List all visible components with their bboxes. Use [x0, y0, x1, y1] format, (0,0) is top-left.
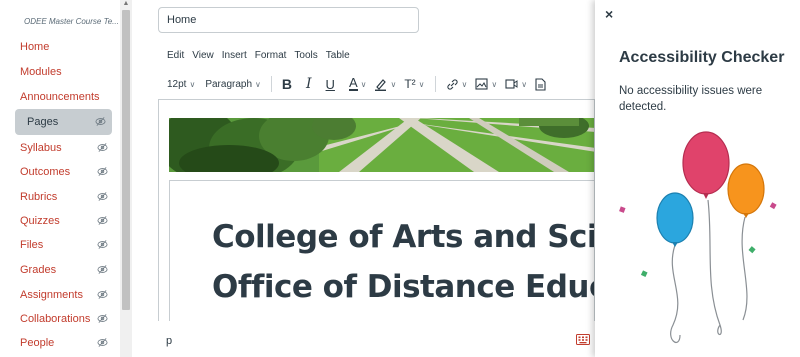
italic-button[interactable]: I [306, 76, 312, 92]
hidden-eye-icon [97, 240, 108, 249]
media-icon [505, 79, 518, 89]
chevron-down-icon: ∨ [461, 79, 468, 89]
link-button[interactable]: ∨ [446, 78, 468, 91]
document-button[interactable] [535, 77, 546, 91]
page-title-value: Home [167, 14, 197, 26]
underline-button[interactable]: U [326, 77, 335, 92]
menu-insert[interactable]: Insert [222, 50, 247, 61]
image-icon [475, 78, 488, 90]
nav-item-people[interactable]: People [20, 332, 112, 354]
chevron-down-icon: ∨ [418, 79, 425, 89]
editor-statusbar: p [158, 321, 595, 357]
nav-item-grades[interactable]: Grades [20, 259, 112, 281]
nav-item-outcomes[interactable]: Outcomes [20, 161, 112, 183]
toolbar-divider [434, 76, 436, 92]
document-icon [535, 77, 546, 91]
scrollbar[interactable]: ▲ [120, 0, 132, 357]
nav-item-announcements[interactable]: Announcements [20, 86, 112, 108]
heading-line-2: Office of Distance Educati [212, 269, 594, 305]
nav-item-label: People [20, 337, 55, 349]
hidden-eye-icon [95, 117, 106, 126]
nav-item-assignments[interactable]: Assignments [20, 284, 112, 306]
hidden-eye-icon [97, 265, 108, 274]
chevron-down-icon: ∨ [491, 79, 498, 89]
menu-view[interactable]: View [192, 50, 214, 61]
nav-item-label: Quizzes [20, 215, 60, 227]
hidden-eye-icon [97, 143, 108, 152]
hidden-eye-icon [97, 290, 108, 299]
no-issues-message: No accessibility issues were detected. [619, 85, 763, 113]
nav-item-modules[interactable]: Modules [20, 61, 112, 83]
nav-item-files[interactable]: Files [20, 234, 112, 256]
hidden-eye-icon [97, 216, 108, 225]
content-box[interactable]: College of Arts and Scienc Office of Dis… [169, 180, 595, 321]
nav-item-pages[interactable]: Pages [15, 109, 112, 135]
link-icon [446, 78, 458, 90]
chevron-down-icon: ∨ [360, 79, 367, 89]
panel-title: Accessibility Checker [619, 49, 785, 66]
nav-item-quizzes[interactable]: Quizzes [20, 210, 112, 232]
editor-menubar: Edit View Insert Format Tools Table [167, 50, 350, 61]
close-icon[interactable]: × [605, 6, 613, 22]
nav-item-label: Announcements [20, 91, 100, 103]
heading-line-1: College of Arts and Scienc [212, 219, 595, 255]
media-button[interactable]: ∨ [505, 78, 527, 90]
chevron-down-icon: ∨ [390, 79, 397, 89]
text-color-button[interactable]: A ∨ [348, 75, 367, 91]
editor-toolbar: 12pt ∨ Paragraph ∨ B I U A ∨ ∨ T² ∨ ∨ ∨ ∨ [167, 73, 546, 95]
menu-tools[interactable]: Tools [294, 50, 317, 61]
hidden-eye-icon [97, 192, 108, 201]
page-title-input[interactable]: Home [158, 7, 419, 33]
highlighter-icon [375, 78, 387, 91]
nav-item-label: Outcomes [20, 166, 71, 178]
nav-item-home[interactable]: Home [20, 36, 112, 58]
canvas-page-editor: ODEE Master Course Te... Home Modules Anno… [0, 0, 800, 357]
block-format-value: Paragraph [205, 78, 253, 90]
nav-item-label: Collaborations [20, 313, 91, 325]
nav-item-rubrics[interactable]: Rubrics [20, 186, 112, 208]
rich-content-editor-area[interactable]: College of Arts and Scienc Office of Dis… [158, 99, 595, 321]
superscript-button[interactable]: T² ∨ [404, 77, 424, 91]
bold-button[interactable]: B [282, 76, 292, 92]
font-size-value: 12pt [167, 78, 187, 90]
superscript-icon: T² [404, 77, 416, 91]
nav-item-label: Grades [20, 264, 57, 276]
course-navigation: ODEE Master Course Te... Home Modules Anno… [0, 0, 120, 357]
element-path[interactable]: p [166, 335, 172, 347]
block-format-select[interactable]: Paragraph ∨ [205, 79, 261, 90]
hidden-eye-icon [97, 338, 108, 347]
text-color-icon: A [348, 75, 358, 91]
menu-table[interactable]: Table [326, 50, 350, 61]
hidden-eye-icon [97, 314, 108, 323]
campus-banner-image [169, 118, 594, 172]
nav-item-collaborations[interactable]: Collaborations [20, 308, 112, 330]
nav-item-syllabus[interactable]: Syllabus [20, 137, 112, 159]
highlight-color-button[interactable]: ∨ [374, 78, 396, 91]
course-title[interactable]: ODEE Master Course Te... [24, 17, 119, 26]
nav-item-label: Pages [27, 116, 59, 128]
hidden-eye-icon [97, 167, 108, 176]
keyboard-shortcuts-icon[interactable] [576, 334, 590, 345]
font-size-select[interactable]: 12pt ∨ [167, 79, 195, 90]
scroll-up-arrow-icon[interactable]: ▲ [122, 0, 130, 8]
nav-item-label: Home [20, 41, 50, 53]
menu-edit[interactable]: Edit [167, 50, 184, 61]
chevron-down-icon: ∨ [189, 79, 196, 89]
image-button[interactable]: ∨ [475, 78, 497, 90]
menu-format[interactable]: Format [255, 50, 287, 61]
nav-item-label: Files [20, 239, 44, 251]
nav-item-label: Syllabus [20, 142, 62, 154]
toolbar-divider [270, 76, 272, 92]
balloons-illustration [619, 131, 777, 343]
nav-item-label: Rubrics [20, 191, 58, 203]
scroll-thumb[interactable] [122, 10, 130, 310]
accessibility-checker-panel: × Accessibility Checker No accessibility… [595, 0, 800, 357]
nav-item-label: Assignments [20, 289, 83, 301]
chevron-down-icon: ∨ [521, 79, 528, 89]
nav-item-label: Modules [20, 66, 62, 78]
chevron-down-icon: ∨ [255, 79, 261, 89]
